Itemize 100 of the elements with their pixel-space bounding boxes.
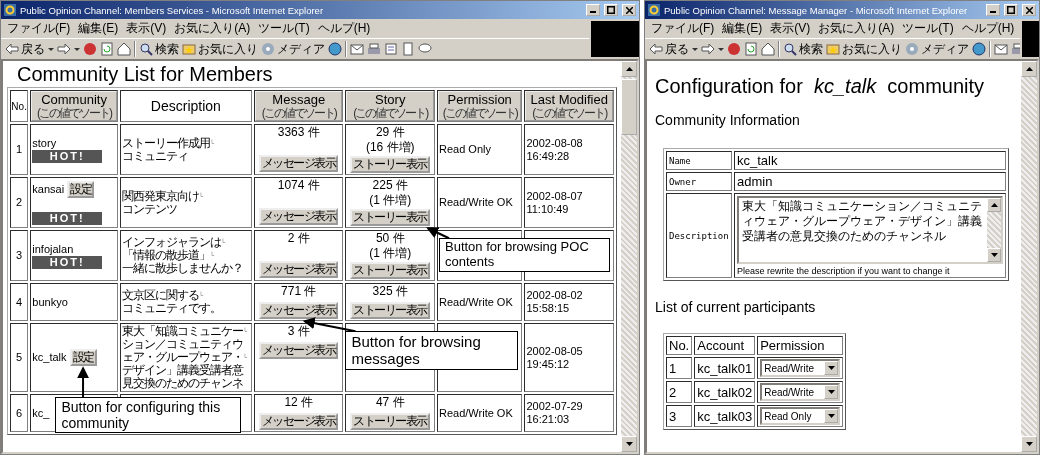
permission-select[interactable]: Read Only xyxy=(760,407,841,425)
minimize-button[interactable] xyxy=(586,4,600,16)
back-button[interactable]: 戻る xyxy=(649,40,689,58)
community-name: kc_talk xyxy=(32,351,67,365)
description-field[interactable]: 東大「知識コミュニケーション／コミュニティウェア・グループウェア・デザイン」講義受講者の意見交換のためのチャンネル xyxy=(737,196,1003,264)
media-button[interactable]: メディア xyxy=(905,40,969,58)
column-header: No. xyxy=(11,100,27,112)
community-name: story xyxy=(32,136,57,150)
media-button[interactable]: メディア xyxy=(261,40,325,58)
search-button[interactable]: 検索 xyxy=(783,40,823,58)
minimize-button[interactable] xyxy=(986,4,1000,16)
modified-time: 19:45:12 xyxy=(526,357,570,371)
menu-item[interactable]: ファイル(F) xyxy=(651,20,715,37)
down-arrow-icon xyxy=(827,390,835,394)
sort-button[interactable]: Community (この値でソート) xyxy=(31,91,117,122)
column-header: No. xyxy=(669,338,690,353)
menu-item[interactable]: 表示(V) xyxy=(770,20,811,37)
menu-item[interactable]: 編集(E) xyxy=(722,20,763,37)
scroll-up-button[interactable] xyxy=(987,198,1001,212)
show-stories-button[interactable]: ストーリー表示 xyxy=(350,302,430,320)
row-number: 1 xyxy=(16,143,23,156)
sort-button[interactable]: Permission (この値でソート) xyxy=(438,91,522,122)
callout-arrow xyxy=(77,366,90,399)
settings-button[interactable]: 設定 xyxy=(69,349,97,367)
account-name: kc_talk03 xyxy=(697,408,753,424)
hot-label: HOT! xyxy=(32,255,103,269)
permission-select[interactable]: Read/Write xyxy=(760,359,841,377)
show-stories-button[interactable]: ストーリー表示 xyxy=(350,209,430,227)
modified-time: 16:21:03 xyxy=(526,413,570,427)
show-stories-button[interactable]: ストーリー表示 xyxy=(350,413,430,431)
scrollbar-thumb[interactable] xyxy=(621,79,637,135)
favorites-button[interactable]: お気に入り xyxy=(826,40,902,58)
show-messages-button[interactable]: メッセージ表示 xyxy=(259,342,339,360)
field-value: kc_talk xyxy=(737,153,778,168)
mail-icon xyxy=(350,42,364,56)
message-count: 2 件 xyxy=(287,232,310,246)
scroll-up-button[interactable] xyxy=(1021,61,1037,77)
modified-date: 2002-07-29 xyxy=(526,400,583,414)
permission-select[interactable]: Read/Write xyxy=(760,383,841,401)
menu-item[interactable]: ファイル(F) xyxy=(7,20,71,37)
menu-item[interactable]: 編集(E) xyxy=(78,20,119,37)
menu-item[interactable]: 表示(V) xyxy=(126,20,167,37)
sort-button[interactable]: Story (この値でソート) xyxy=(346,91,434,122)
printer-icon xyxy=(367,42,381,56)
show-messages-button[interactable]: メッセージ表示 xyxy=(259,302,339,320)
settings-button[interactable]: 設定 xyxy=(67,180,95,198)
globe-icon xyxy=(972,42,986,56)
menu-item[interactable]: ツール(T) xyxy=(902,20,954,37)
search-icon xyxy=(783,42,797,56)
star-folder-icon xyxy=(182,42,196,56)
scroll-up-button[interactable] xyxy=(621,61,637,77)
close-button[interactable] xyxy=(1022,4,1036,16)
story-increase: (1 件増) xyxy=(369,247,412,261)
menu-item[interactable]: お気に入り(A) xyxy=(818,20,895,37)
window-title: Public Opinion Channel: Members Services - Microsoft Internet Explorer xyxy=(20,4,325,16)
field-value: admin xyxy=(737,174,773,189)
message-count: 12 件 xyxy=(284,396,314,410)
maximize-button[interactable] xyxy=(1004,4,1018,16)
scroll-down-button[interactable] xyxy=(987,248,1001,262)
account-name: kc_talk02 xyxy=(697,384,753,400)
search-button[interactable]: 検索 xyxy=(139,40,179,58)
modified-date: 2002-08-08 xyxy=(526,136,583,150)
story-increase: (16 件増) xyxy=(365,141,415,155)
show-stories-button[interactable]: ストーリー表示 xyxy=(350,156,430,174)
favorites-button[interactable]: お気に入り xyxy=(182,40,258,58)
window-title: Public Opinion Channel: Message Manager - Microsoft Internet Explorer xyxy=(664,4,969,16)
close-icon xyxy=(625,6,633,14)
media-icon xyxy=(905,42,919,56)
community-name: infojalan xyxy=(32,242,74,256)
maximize-button[interactable] xyxy=(604,4,618,16)
refresh-icon xyxy=(100,42,114,56)
home-icon xyxy=(761,42,775,56)
scrollbar-track[interactable] xyxy=(621,61,637,452)
callout-note: Button for browsing POC contents xyxy=(439,238,610,273)
back-button[interactable]: 戻る xyxy=(5,40,45,58)
close-icon xyxy=(1025,6,1033,14)
down-arrow-icon xyxy=(625,442,633,446)
story-count: 50 件 xyxy=(375,232,405,246)
show-messages-button[interactable]: メッセージ表示 xyxy=(259,261,339,279)
message-count: 3363 件 xyxy=(277,126,320,140)
show-messages-button[interactable]: メッセージ表示 xyxy=(259,208,339,226)
menu-item[interactable]: ヘルプ(H) xyxy=(961,20,1015,37)
story-count: 47 件 xyxy=(375,396,405,410)
scroll-down-button[interactable] xyxy=(1021,436,1037,452)
show-messages-button[interactable]: メッセージ表示 xyxy=(259,413,339,431)
scroll-down-button[interactable] xyxy=(621,436,637,452)
page-heading: Community List for Members xyxy=(17,63,274,86)
message-count: 1074 件 xyxy=(277,179,320,193)
show-stories-button[interactable]: ストーリー表示 xyxy=(350,262,430,280)
menu-item[interactable]: ヘルプ(H) xyxy=(317,20,371,37)
row-number: 5 xyxy=(16,351,23,364)
row-number: 1 xyxy=(669,360,677,376)
message-count: 3 件 xyxy=(287,325,310,339)
sort-button[interactable]: Message (この値でソート) xyxy=(255,91,343,122)
show-messages-button[interactable]: メッセージ表示 xyxy=(259,155,339,173)
menu-item[interactable]: お気に入り(A) xyxy=(174,20,251,37)
menu-item[interactable]: ツール(T) xyxy=(258,20,310,37)
scrollbar-track[interactable] xyxy=(1021,61,1037,452)
close-button[interactable] xyxy=(622,4,636,16)
sort-button[interactable]: Last Modified (この値でソート) xyxy=(525,91,613,122)
